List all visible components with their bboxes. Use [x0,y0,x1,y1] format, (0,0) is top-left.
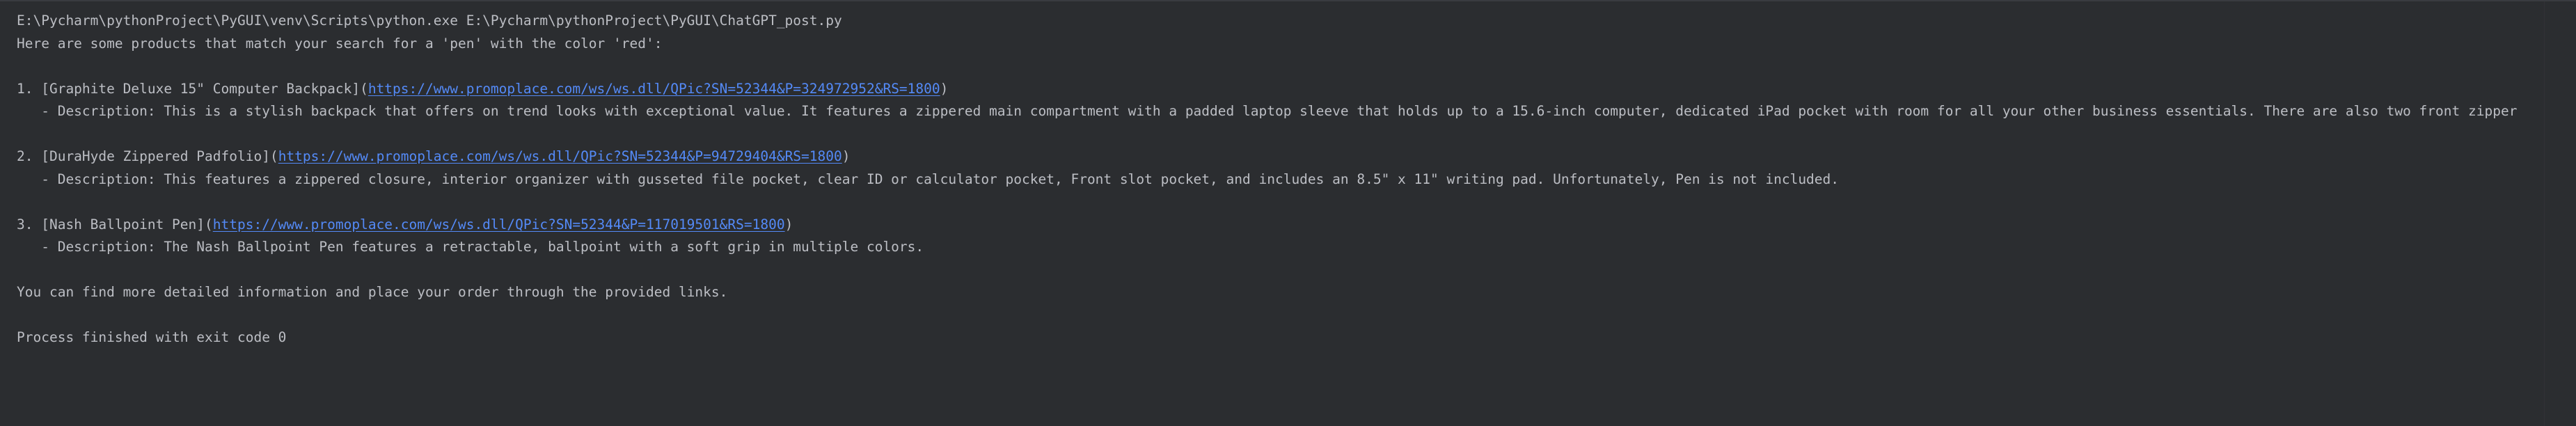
exit-status-line: Process finished with exit code 0 [17,329,287,345]
product-item-3: 3. [Nash Ballpoint Pen](https://www.prom… [17,214,2517,237]
vertical-scrollbar[interactable] [2544,1,2576,426]
product-1-close: ) [940,80,949,97]
product-2-description: - Description: This features a zippered … [17,171,1840,187]
product-3-link[interactable]: https://www.promoplace.com/ws/ws.dll/QPi… [213,216,785,232]
intro-line: Here are some products that match your s… [17,35,663,52]
product-1-link[interactable]: https://www.promoplace.com/ws/ws.dll/QPi… [368,81,940,97]
product-item-2: 2. [DuraHyde Zippered Padfolio](https://… [17,145,2517,168]
product-1-description: - Description: This is a stylish backpac… [17,103,2518,119]
product-3-description: - Description: The Nash Ballpoint Pen fe… [17,239,924,255]
run-console-output[interactable]: E:\Pycharm\pythonProject\PyGUI\venv\Scri… [0,1,2545,426]
command-line: E:\Pycharm\pythonProject\PyGUI\venv\Scri… [17,13,842,29]
product-item-1: 1. [Graphite Deluxe 15" Computer Backpac… [17,78,2517,101]
outro-line: You can find more detailed information a… [17,284,728,300]
product-2-close: ) [841,148,851,164]
product-3-close: ) [784,216,793,232]
product-3-title: 3. [Nash Ballpoint Pen]( [17,216,213,232]
product-1-title: 1. [Graphite Deluxe 15" Computer Backpac… [17,80,368,97]
product-2-link[interactable]: https://www.promoplace.com/ws/ws.dll/QPi… [278,148,842,164]
console-text: E:\Pycharm\pythonProject\PyGUI\venv\Scri… [17,10,2517,349]
product-2-title: 2. [DuraHyde Zippered Padfolio]( [17,148,278,164]
